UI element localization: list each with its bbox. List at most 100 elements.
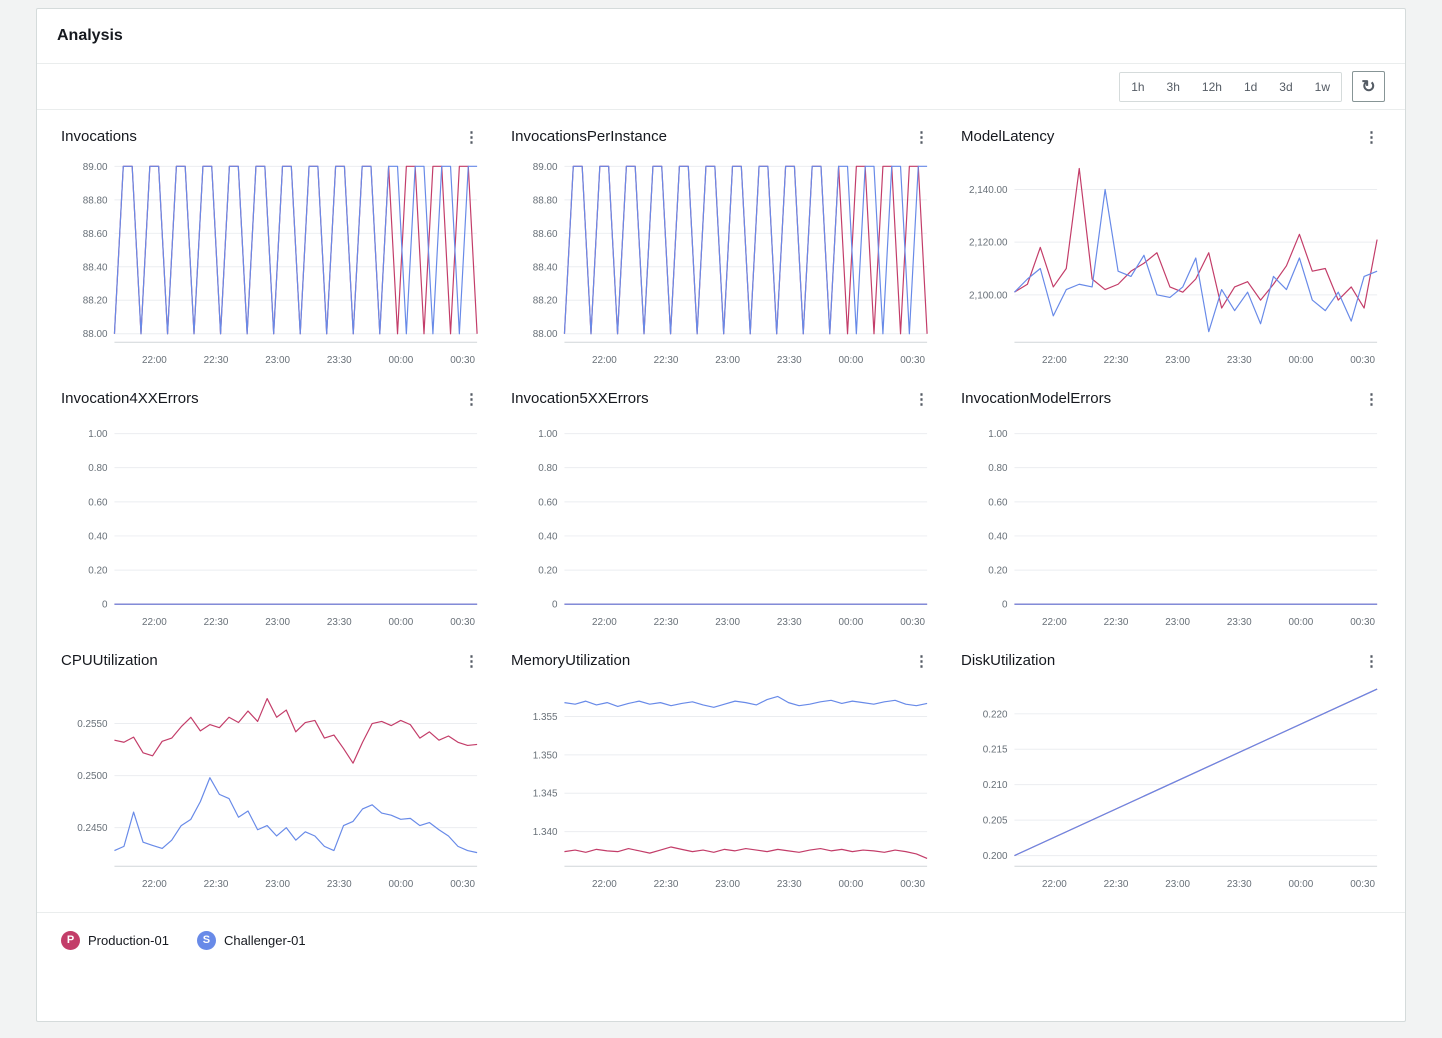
svg-text:88.80: 88.80 xyxy=(533,195,558,206)
svg-text:22:00: 22:00 xyxy=(142,617,167,628)
kebab-menu-icon[interactable] xyxy=(910,390,933,408)
svg-text:0.80: 0.80 xyxy=(538,463,558,474)
svg-text:0.2550: 0.2550 xyxy=(77,719,108,730)
svg-text:00:00: 00:00 xyxy=(389,879,414,890)
range-button-1d[interactable]: 1d xyxy=(1233,73,1268,101)
range-button-3h[interactable]: 3h xyxy=(1156,73,1191,101)
svg-text:23:00: 23:00 xyxy=(1165,617,1190,628)
svg-text:1.345: 1.345 xyxy=(533,789,558,800)
chart-card-invocation-model-errors: InvocationModelErrors 1.000.800.600.400.… xyxy=(951,376,1391,634)
svg-text:2,120.00: 2,120.00 xyxy=(969,238,1008,249)
legend-item-challenger[interactable]: S Challenger-01 xyxy=(197,931,306,950)
kebab-menu-icon[interactable] xyxy=(910,652,933,670)
svg-text:00:30: 00:30 xyxy=(450,879,475,890)
svg-text:22:30: 22:30 xyxy=(204,617,229,628)
svg-text:23:30: 23:30 xyxy=(777,879,802,890)
svg-text:0.60: 0.60 xyxy=(88,497,108,508)
svg-text:22:00: 22:00 xyxy=(142,355,167,366)
legend: P Production-01 S Challenger-01 xyxy=(37,912,1405,968)
svg-text:1.355: 1.355 xyxy=(533,712,558,723)
svg-text:00:00: 00:00 xyxy=(839,617,864,628)
chart-title: DiskUtilization xyxy=(961,652,1055,669)
chart-title: InvocationsPerInstance xyxy=(511,128,667,145)
production-variant-badge: P xyxy=(61,931,80,950)
chart-title: MemoryUtilization xyxy=(511,652,630,669)
svg-text:00:30: 00:30 xyxy=(900,879,925,890)
chart-title: Invocation5XXErrors xyxy=(511,390,649,407)
range-button-1w[interactable]: 1w xyxy=(1304,73,1341,101)
svg-text:88.20: 88.20 xyxy=(533,296,558,307)
svg-text:00:30: 00:30 xyxy=(900,617,925,628)
analysis-panel: Analysis 1h 3h 12h 1d 3d 1w Invocations xyxy=(36,8,1406,1022)
svg-text:23:00: 23:00 xyxy=(265,879,290,890)
chart-card-invocation-4xx-errors: Invocation4XXErrors 1.000.800.600.400.20… xyxy=(51,376,491,634)
svg-text:0.215: 0.215 xyxy=(983,745,1008,756)
svg-text:0.80: 0.80 xyxy=(988,463,1008,474)
svg-text:1.350: 1.350 xyxy=(533,750,558,761)
svg-text:22:30: 22:30 xyxy=(654,617,679,628)
svg-text:0.220: 0.220 xyxy=(983,709,1008,720)
time-range-selector: 1h 3h 12h 1d 3d 1w xyxy=(1119,72,1342,102)
chart-header: Invocation5XXErrors xyxy=(503,382,939,410)
chart-title: Invocations xyxy=(61,128,137,145)
charts-grid: Invocations 89.0088.8088.6088.4088.2088.… xyxy=(37,110,1405,906)
kebab-menu-icon[interactable] xyxy=(460,128,483,146)
svg-text:23:30: 23:30 xyxy=(777,617,802,628)
chart-plot-memory-utilization: 1.3551.3501.3451.34022:0022:3023:0023:30… xyxy=(503,672,939,894)
kebab-menu-icon[interactable] xyxy=(910,128,933,146)
chart-header: Invocation4XXErrors xyxy=(53,382,489,410)
svg-text:88.80: 88.80 xyxy=(83,195,108,206)
svg-text:0.200: 0.200 xyxy=(983,851,1008,862)
refresh-icon xyxy=(1361,77,1375,97)
refresh-button[interactable] xyxy=(1352,71,1385,102)
svg-text:23:00: 23:00 xyxy=(715,879,740,890)
svg-text:0: 0 xyxy=(102,600,108,611)
range-button-12h[interactable]: 12h xyxy=(1191,73,1233,101)
kebab-menu-icon[interactable] xyxy=(460,652,483,670)
svg-text:1.340: 1.340 xyxy=(533,827,558,838)
svg-text:22:00: 22:00 xyxy=(592,355,617,366)
svg-text:23:30: 23:30 xyxy=(327,617,352,628)
range-button-3d[interactable]: 3d xyxy=(1268,73,1303,101)
chart-plot-invocation-model-errors: 1.000.800.600.400.20022:0022:3023:0023:3… xyxy=(953,410,1389,632)
svg-text:23:30: 23:30 xyxy=(777,355,802,366)
chart-title: CPUUtilization xyxy=(61,652,158,669)
svg-text:00:30: 00:30 xyxy=(450,355,475,366)
svg-text:1.00: 1.00 xyxy=(538,429,558,440)
svg-text:88.20: 88.20 xyxy=(83,296,108,307)
chart-plot-invocations-per-instance: 89.0088.8088.6088.4088.2088.0022:0022:30… xyxy=(503,148,939,370)
svg-text:00:00: 00:00 xyxy=(1289,879,1314,890)
svg-text:0.20: 0.20 xyxy=(88,566,108,577)
svg-text:00:30: 00:30 xyxy=(1350,617,1375,628)
range-button-1h[interactable]: 1h xyxy=(1120,73,1155,101)
svg-text:0.210: 0.210 xyxy=(983,780,1008,791)
chart-header: ModelLatency xyxy=(953,120,1389,148)
svg-text:23:00: 23:00 xyxy=(265,617,290,628)
kebab-menu-icon[interactable] xyxy=(1360,652,1383,670)
page: Analysis 1h 3h 12h 1d 3d 1w Invocations xyxy=(0,0,1442,1038)
svg-text:0.205: 0.205 xyxy=(983,816,1008,827)
chart-card-invocations-per-instance: InvocationsPerInstance 89.0088.8088.6088… xyxy=(501,114,941,372)
svg-text:22:00: 22:00 xyxy=(1042,879,1067,890)
svg-text:0.80: 0.80 xyxy=(88,463,108,474)
svg-text:22:00: 22:00 xyxy=(592,879,617,890)
kebab-menu-icon[interactable] xyxy=(1360,128,1383,146)
chart-header: DiskUtilization xyxy=(953,644,1389,672)
chart-title: ModelLatency xyxy=(961,128,1054,145)
svg-text:0.60: 0.60 xyxy=(538,497,558,508)
svg-text:22:30: 22:30 xyxy=(1104,355,1129,366)
svg-text:0.20: 0.20 xyxy=(988,566,1008,577)
legend-label-production: Production-01 xyxy=(88,933,169,948)
svg-text:1.00: 1.00 xyxy=(88,429,108,440)
svg-text:0.40: 0.40 xyxy=(988,531,1008,542)
kebab-menu-icon[interactable] xyxy=(460,390,483,408)
svg-text:00:30: 00:30 xyxy=(900,355,925,366)
svg-text:22:30: 22:30 xyxy=(654,355,679,366)
svg-text:22:00: 22:00 xyxy=(592,617,617,628)
svg-text:0.2500: 0.2500 xyxy=(77,771,108,782)
svg-text:23:30: 23:30 xyxy=(327,879,352,890)
kebab-menu-icon[interactable] xyxy=(1360,390,1383,408)
legend-item-production[interactable]: P Production-01 xyxy=(61,931,169,950)
chart-title: Invocation4XXErrors xyxy=(61,390,199,407)
panel-header: Analysis xyxy=(37,9,1405,64)
